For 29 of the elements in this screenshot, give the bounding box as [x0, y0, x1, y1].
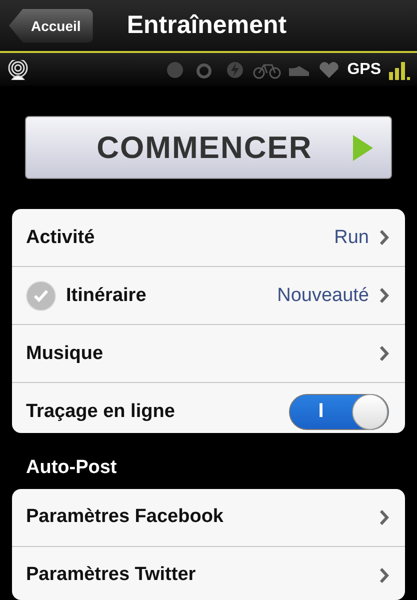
heart-icon — [317, 60, 342, 80]
chevron-icon — [379, 230, 389, 246]
row-label: Itinéraire — [66, 284, 148, 307]
settings-row[interactable]: Musique — [12, 324, 405, 382]
broadcast-person-icon — [6, 60, 30, 80]
chevron-icon — [379, 288, 389, 304]
chevron-icon — [379, 568, 389, 583]
settings-row[interactable]: Itinéraire Nouveauté — [12, 266, 405, 324]
gps-label: GPS — [347, 60, 381, 79]
signal-bars-icon — [387, 60, 411, 80]
row-value: Run — [334, 226, 369, 249]
row-value: Nouveauté — [277, 284, 369, 307]
chevron-icon — [379, 346, 389, 362]
settings-row[interactable]: Paramètres Facebook — [12, 488, 405, 546]
settings-row[interactable]: Activité Run — [12, 209, 405, 266]
back-button[interactable]: Accueil — [9, 8, 93, 43]
chevron-icon — [379, 510, 389, 525]
screen-title: Entraînement — [126, 11, 287, 40]
row-label: Paramètres Facebook — [26, 506, 224, 528]
row-label: Musique — [26, 342, 104, 365]
settings-row[interactable]: Traçage en ligne I — [12, 382, 405, 433]
row-label: Traçage en ligne — [26, 400, 176, 423]
start-button[interactable]: COMMENCER — [25, 116, 392, 180]
settings-row[interactable]: Paramètres Twitter — [12, 546, 405, 600]
toggle-switch[interactable]: I — [289, 394, 389, 430]
row-label: Activité — [26, 226, 96, 249]
play-icon — [352, 134, 374, 162]
section-header: Auto-Post — [25, 456, 118, 480]
row-label: Paramètres Twitter — [26, 564, 197, 586]
